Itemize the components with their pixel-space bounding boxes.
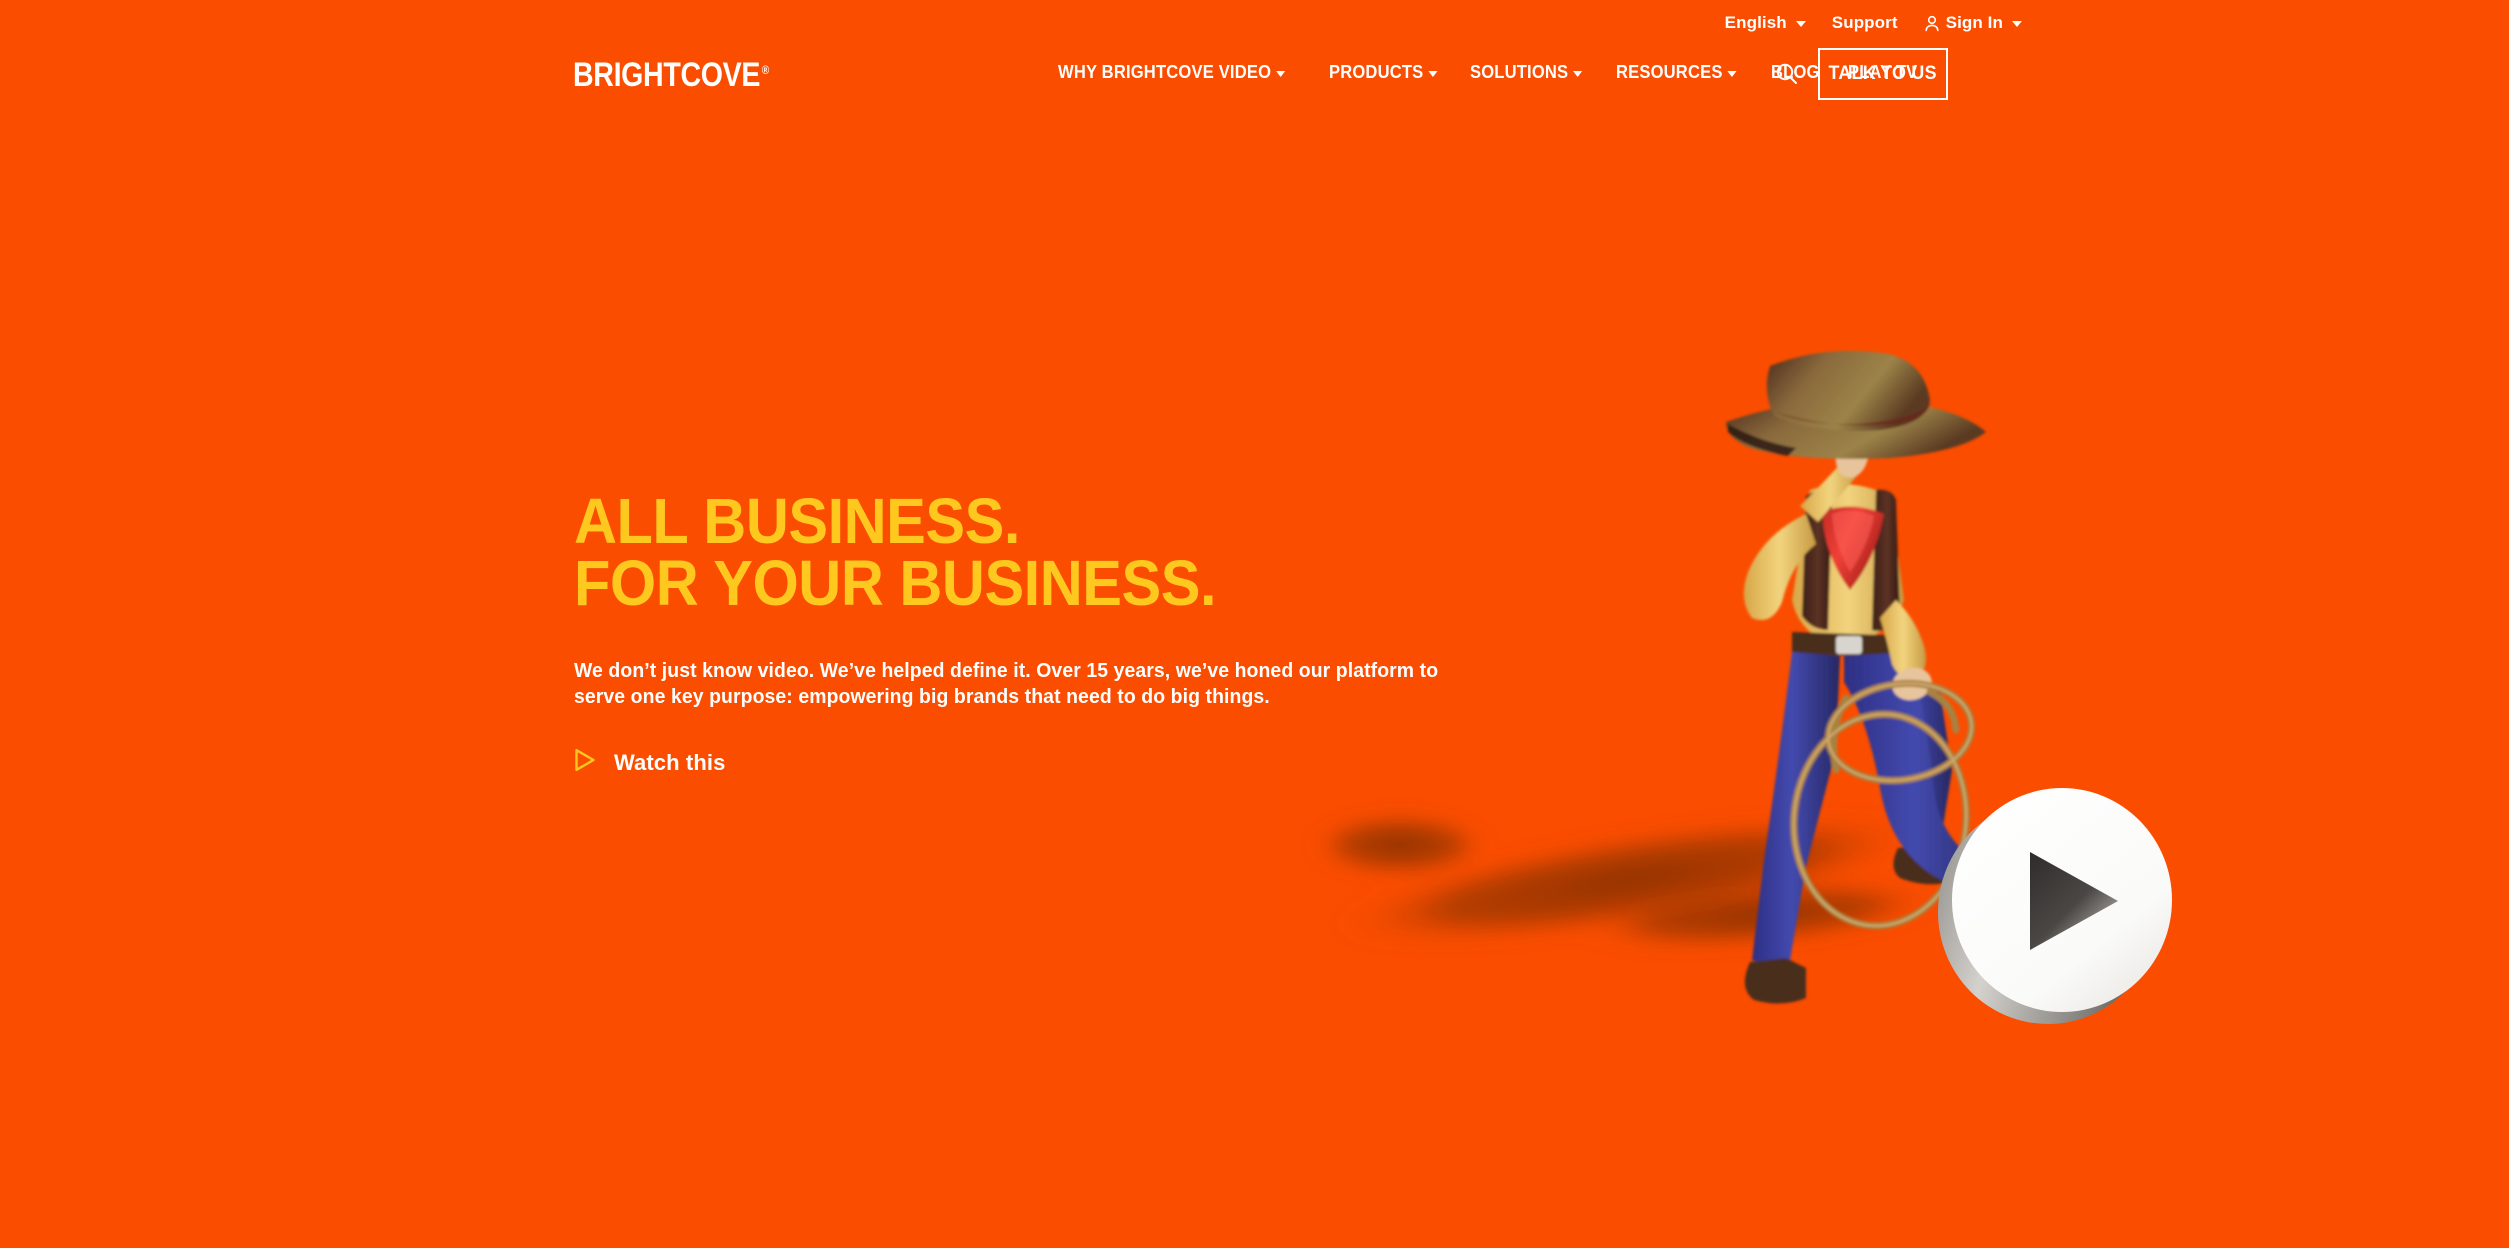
sign-in-menu[interactable]: Sign In xyxy=(1924,13,2022,33)
support-label: Support xyxy=(1831,13,1898,32)
search-icon xyxy=(1774,61,1800,90)
hero-subcopy: We don’t just know video. We’ve helped d… xyxy=(574,660,1439,708)
page-title: ALL BUSINESS. FOR YOUR BUSINESS. xyxy=(574,485,1485,619)
watch-this-link[interactable]: Watch this xyxy=(574,748,725,777)
chevron-down-icon xyxy=(1427,70,1437,77)
site-header: BRIGHTCOVE ® WHY BRIGHTCOVE VIDEO PRODUCT… xyxy=(0,46,2509,112)
figure-shadow xyxy=(1310,813,1940,949)
headline-line-2: FOR YOUR BUSINESS. xyxy=(574,547,1217,619)
user-icon xyxy=(1924,15,1940,32)
chevron-down-icon xyxy=(1727,70,1737,77)
watch-this-label: Watch this xyxy=(614,749,726,775)
sign-in-label: Sign In xyxy=(1945,13,2003,32)
nav-label: SOLUTIONS xyxy=(1470,62,1569,82)
chevron-down-icon xyxy=(1573,70,1583,77)
nav-label: WHY BRIGHTCOVE VIDEO xyxy=(1058,62,1272,82)
brightcove-homepage-hero: English Support Sign In BRIGHTCOVE ® WHY … xyxy=(0,0,2509,1248)
chevron-down-icon xyxy=(1275,70,1285,77)
language-label: English xyxy=(1724,13,1787,32)
logo-trademark: ® xyxy=(761,62,769,77)
nav-item-why-brightcove-video[interactable]: WHY BRIGHTCOVE VIDEO xyxy=(1058,62,1285,83)
talk-to-us-label: TALK TO US xyxy=(1828,63,1938,84)
chevron-down-icon xyxy=(1795,21,1806,27)
headline-line-1: ALL BUSINESS. xyxy=(574,485,1020,557)
play-button-disc[interactable] xyxy=(1938,788,2172,1024)
nav-item-solutions[interactable]: SOLUTIONS xyxy=(1470,62,1583,83)
logo-text: BRIGHTCOVE xyxy=(573,56,761,94)
search-button[interactable] xyxy=(1770,58,1804,92)
nav-item-resources[interactable]: RESOURCES xyxy=(1616,62,1737,83)
language-selector[interactable]: English xyxy=(1725,13,1806,33)
nav-label: RESOURCES xyxy=(1616,62,1723,82)
utility-bar: English Support Sign In xyxy=(0,0,2509,46)
nav-item-products[interactable]: PRODUCTS xyxy=(1329,62,1437,83)
brightcove-logo[interactable]: BRIGHTCOVE ® xyxy=(573,56,769,95)
play-triangle-icon xyxy=(574,748,596,777)
support-link[interactable]: Support xyxy=(1832,13,1898,33)
nav-label: PRODUCTS xyxy=(1328,62,1424,82)
hero-content: ALL BUSINESS. FOR YOUR BUSINESS. We don’… xyxy=(574,485,1554,777)
chevron-down-icon xyxy=(2012,21,2022,27)
talk-to-us-button[interactable]: TALK TO US xyxy=(1818,48,1948,100)
